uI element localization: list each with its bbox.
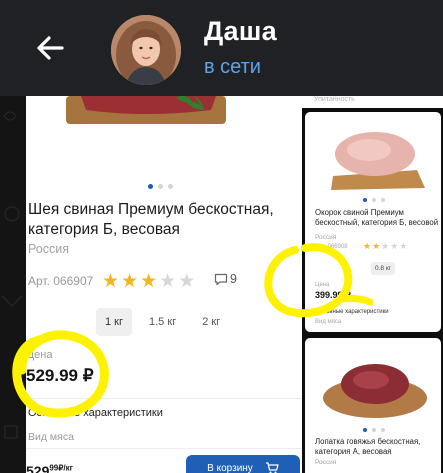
- price-value: 529.99 ₽: [26, 366, 94, 385]
- star-icon: ★: [399, 241, 408, 251]
- star-icon: ★: [381, 241, 390, 251]
- product-country: Россия: [315, 459, 337, 466]
- star-icon: ★: [178, 271, 196, 292]
- reviews-link[interactable]: 9: [214, 272, 237, 286]
- product-title[interactable]: Окорок свиной Премиум бескостный, катего…: [315, 208, 439, 228]
- rating-stars[interactable]: ★ ★ ★ ★ ★: [363, 242, 407, 251]
- image-carousel-dots[interactable]: [148, 184, 173, 189]
- price-value: 399.99 ₽: [315, 290, 351, 300]
- divider: [26, 398, 302, 399]
- price-label: Цена: [315, 282, 330, 288]
- product-card-main[interactable]: Шея свиная Премиум бескостная, категория…: [26, 96, 302, 473]
- avatar[interactable]: [111, 15, 181, 85]
- add-to-cart-button[interactable]: В корзину: [186, 455, 300, 473]
- reviews-count: 9: [230, 272, 237, 286]
- star-icon: ★: [102, 271, 120, 292]
- image-carousel-dots[interactable]: [363, 428, 385, 432]
- weight-option-1kg[interactable]: 1 кг: [96, 308, 132, 336]
- star-icon: ★: [390, 241, 399, 251]
- star-icon: ★: [159, 271, 177, 292]
- characteristics-title[interactable]: Основные характеристики: [28, 407, 163, 419]
- star-icon: ★: [140, 271, 158, 292]
- product-card-side-2[interactable]: Лопатка говяжья бескостная, категория А,…: [305, 338, 441, 473]
- characteristic-meat-type: Вид мяса: [28, 431, 74, 443]
- product-country: Россия: [315, 234, 337, 241]
- rating-stars[interactable]: ★ ★ ★ ★ ★: [102, 272, 195, 291]
- contact-name[interactable]: Даша: [204, 16, 277, 47]
- comment-icon: [214, 273, 228, 285]
- weight-option[interactable]: 0.8 кг: [371, 262, 396, 275]
- sticky-price: 52999₽/кг: [26, 463, 73, 473]
- chat-header: Даша в сети: [0, 0, 443, 96]
- product-article: Арт. 066907: [28, 274, 94, 288]
- weight-options: 1 кг 1.5 кг 2 кг: [96, 308, 229, 336]
- weight-option-2kg[interactable]: 2 кг: [193, 308, 229, 336]
- add-to-cart-label: В корзину: [207, 462, 253, 473]
- product-title[interactable]: Лопатка говяжья бескостная, категория А,…: [315, 437, 439, 457]
- star-icon: ★: [121, 271, 139, 292]
- back-arrow-icon[interactable]: [30, 28, 70, 68]
- product-image[interactable]: [305, 112, 441, 192]
- cart-icon: [265, 462, 279, 473]
- product-country: Россия: [28, 242, 69, 256]
- contact-status: в сети: [204, 56, 261, 78]
- product-image[interactable]: [305, 338, 441, 424]
- chat-wallpaper: [0, 96, 26, 473]
- product-title[interactable]: Шея свиная Премиум бескостная, категория…: [28, 200, 296, 240]
- product-article: Арт. 066908: [315, 244, 348, 250]
- previous-card-tail: Упитанность: [302, 96, 443, 108]
- faded-text: Упитанность: [314, 96, 355, 103]
- weight-option-1-5kg[interactable]: 1.5 кг: [140, 308, 185, 336]
- star-icon: ★: [372, 241, 381, 251]
- characteristic-meat-type: Вид мяса: [315, 319, 342, 325]
- characteristics-title[interactable]: Основные характеристики: [315, 309, 389, 315]
- product-card-side-1[interactable]: Окорок свиной Премиум бескостный, катего…: [305, 112, 441, 332]
- image-carousel-dots[interactable]: [363, 198, 385, 202]
- divider: [26, 448, 302, 449]
- price-label: Цена: [26, 349, 53, 361]
- star-icon: ★: [363, 241, 372, 251]
